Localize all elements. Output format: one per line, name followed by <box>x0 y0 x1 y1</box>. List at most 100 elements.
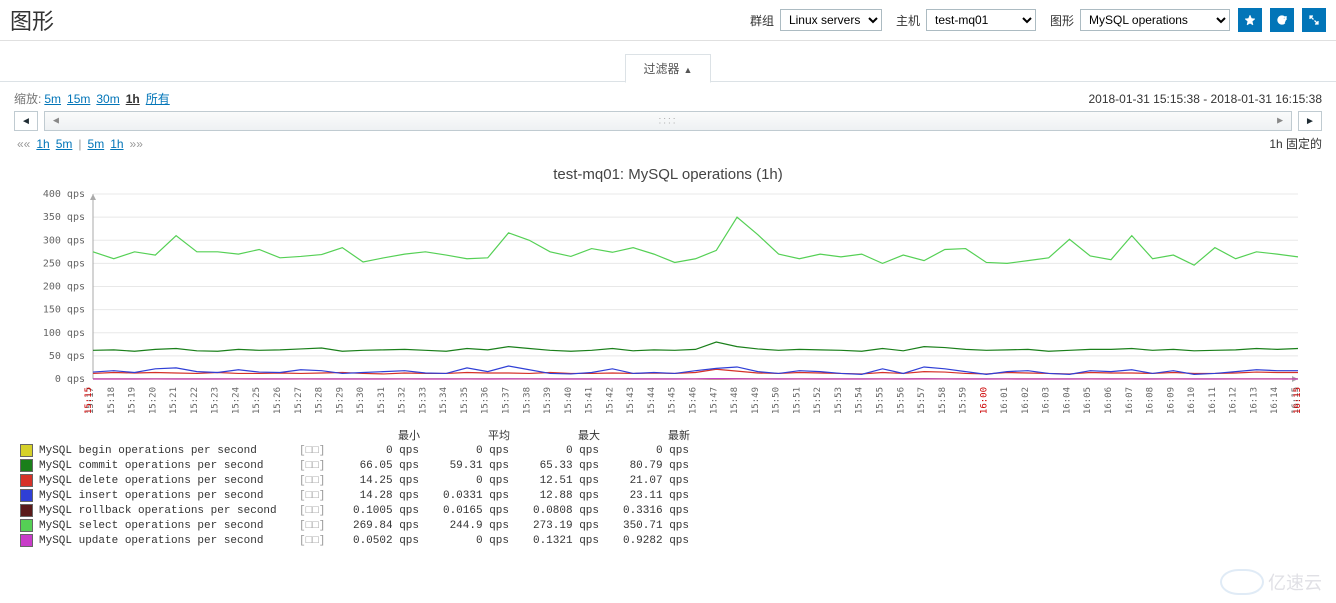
legend-swatch <box>20 444 33 457</box>
svg-text:15:30: 15:30 <box>356 387 366 414</box>
legend-name: MySQL update operations per second <box>39 535 299 547</box>
svg-text:16:01: 16:01 <box>1000 387 1010 414</box>
legend-row: MySQL update operations per second[□□] 0.… <box>20 533 1316 548</box>
legend-value: 12.88 qps <box>509 490 599 502</box>
chart-svg: 0 qps50 qps100 qps150 qps200 qps250 qps3… <box>23 189 1313 419</box>
svg-text:300 qps: 300 qps <box>43 235 85 246</box>
svg-text:15:18: 15:18 <box>107 387 117 414</box>
refresh-button[interactable] <box>1270 8 1294 32</box>
legend-bracket: [□□] <box>299 505 329 517</box>
scroll-left-button[interactable]: ◄ <box>14 111 38 131</box>
svg-text:15:23: 15:23 <box>211 387 221 414</box>
nav-fast-right[interactable]: »» <box>130 137 143 151</box>
svg-text:400 qps: 400 qps <box>43 189 85 200</box>
svg-text:15:42: 15:42 <box>605 387 615 414</box>
nav-left-1h[interactable]: 1h <box>36 137 49 151</box>
svg-text:15:34: 15:34 <box>439 387 449 414</box>
svg-text:15:38: 15:38 <box>522 387 532 414</box>
svg-text:15:43: 15:43 <box>626 387 636 414</box>
legend-value: 0.0331 qps <box>419 490 509 502</box>
zoom-所有[interactable]: 所有 <box>146 92 170 106</box>
svg-text:15:39: 15:39 <box>543 387 553 414</box>
svg-text:16:14: 16:14 <box>1270 387 1280 414</box>
legend-name: MySQL rollback operations per second <box>39 505 299 517</box>
host-select[interactable]: test-mq01 <box>926 9 1036 31</box>
svg-text:16:00: 16:00 <box>979 387 989 414</box>
legend-value: 0.0165 qps <box>419 505 509 517</box>
zoom-30m[interactable]: 30m <box>96 92 119 106</box>
host-label: 主机 <box>896 12 920 29</box>
zoom-label: 缩放: <box>14 90 41 107</box>
legend-swatch <box>20 504 33 517</box>
svg-text:16:08: 16:08 <box>1146 387 1156 414</box>
legend-name: MySQL commit operations per second <box>39 460 299 472</box>
svg-text:15:19: 15:19 <box>128 387 138 414</box>
svg-text:16:03: 16:03 <box>1042 387 1052 414</box>
svg-text:15:41: 15:41 <box>585 387 595 414</box>
legend-value: 0 qps <box>329 445 419 457</box>
svg-text:16:11: 16:11 <box>1208 387 1218 414</box>
time-range: 2018-01-31 15:15:38 - 2018-01-31 16:15:3… <box>1088 92 1322 106</box>
legend-value: 0.9282 qps <box>599 535 689 547</box>
svg-text:15:54: 15:54 <box>855 387 865 414</box>
svg-text:250 qps: 250 qps <box>43 258 85 269</box>
svg-text:15:24: 15:24 <box>231 387 241 414</box>
legend-bracket: [□□] <box>299 475 329 487</box>
filter-tab[interactable]: 过滤器▲ <box>625 54 712 83</box>
legend-value: 350.71 qps <box>599 520 689 532</box>
svg-text:16:12: 16:12 <box>1229 387 1239 414</box>
legend-value: 14.28 qps <box>329 490 419 502</box>
nav-right-1h[interactable]: 1h <box>110 137 123 151</box>
svg-text:16:09: 16:09 <box>1166 387 1176 414</box>
zoom-15m[interactable]: 15m <box>67 92 90 106</box>
svg-text:16:10: 16:10 <box>1187 387 1197 414</box>
legend-value: 0 qps <box>419 535 509 547</box>
svg-text:15:52: 15:52 <box>813 387 823 414</box>
svg-text:15:57: 15:57 <box>917 387 927 414</box>
svg-text:15:44: 15:44 <box>647 387 657 414</box>
legend-value: 21.07 qps <box>599 475 689 487</box>
legend-value: 12.51 qps <box>509 475 599 487</box>
svg-text:15:25: 15:25 <box>252 387 262 414</box>
nav-fast-left[interactable]: «« <box>17 137 30 151</box>
favorite-button[interactable] <box>1238 8 1262 32</box>
legend-value: 0 qps <box>419 445 509 457</box>
page-title: 图形 <box>10 4 736 36</box>
group-select[interactable]: Linux servers <box>780 9 882 31</box>
zoom-5m[interactable]: 5m <box>44 92 61 106</box>
fullscreen-button[interactable] <box>1302 8 1326 32</box>
svg-text:150 qps: 150 qps <box>43 305 85 316</box>
legend-row: MySQL delete operations per second[□□]14… <box>20 473 1316 488</box>
scroll-right-button[interactable]: ► <box>1298 111 1322 131</box>
slider-left-icon: ◄ <box>51 116 61 127</box>
chevron-up-icon: ▲ <box>684 65 693 75</box>
watermark: 亿速云 <box>1220 569 1322 595</box>
legend-value: 0 qps <box>509 445 599 457</box>
nav-left-5m[interactable]: 5m <box>56 137 73 151</box>
svg-text:01-31 15:15: 01-31 15:15 <box>84 387 94 419</box>
legend-header: 最大 <box>510 427 600 443</box>
svg-text:15:47: 15:47 <box>709 387 719 414</box>
graph-select[interactable]: MySQL operations <box>1080 9 1230 31</box>
svg-text:0 qps: 0 qps <box>55 374 85 385</box>
cloud-icon <box>1220 569 1264 595</box>
legend-name: MySQL insert operations per second <box>39 490 299 502</box>
legend-bracket: [□□] <box>299 535 329 547</box>
svg-text:15:49: 15:49 <box>751 387 761 414</box>
time-slider[interactable]: ◄ :::: ► <box>44 111 1292 131</box>
nav-right-5m[interactable]: 5m <box>88 137 105 151</box>
legend-value: 0.1005 qps <box>329 505 419 517</box>
chart-area: test-mq01: MySQL operations (1h) 0 qps50… <box>0 154 1336 425</box>
slider-grip-icon: :::: <box>658 116 677 127</box>
svg-text:15:36: 15:36 <box>481 387 491 414</box>
legend-value: 0 qps <box>599 445 689 457</box>
zoom-1h[interactable]: 1h <box>126 92 140 106</box>
svg-text:15:35: 15:35 <box>460 387 470 414</box>
legend-bracket: [□□] <box>299 460 329 472</box>
legend-name: MySQL delete operations per second <box>39 475 299 487</box>
legend-bracket: [□□] <box>299 445 329 457</box>
chart-title: test-mq01: MySQL operations (1h) <box>14 166 1322 183</box>
svg-text:15:51: 15:51 <box>792 387 802 414</box>
svg-text:15:28: 15:28 <box>315 387 325 414</box>
legend-swatch <box>20 534 33 547</box>
